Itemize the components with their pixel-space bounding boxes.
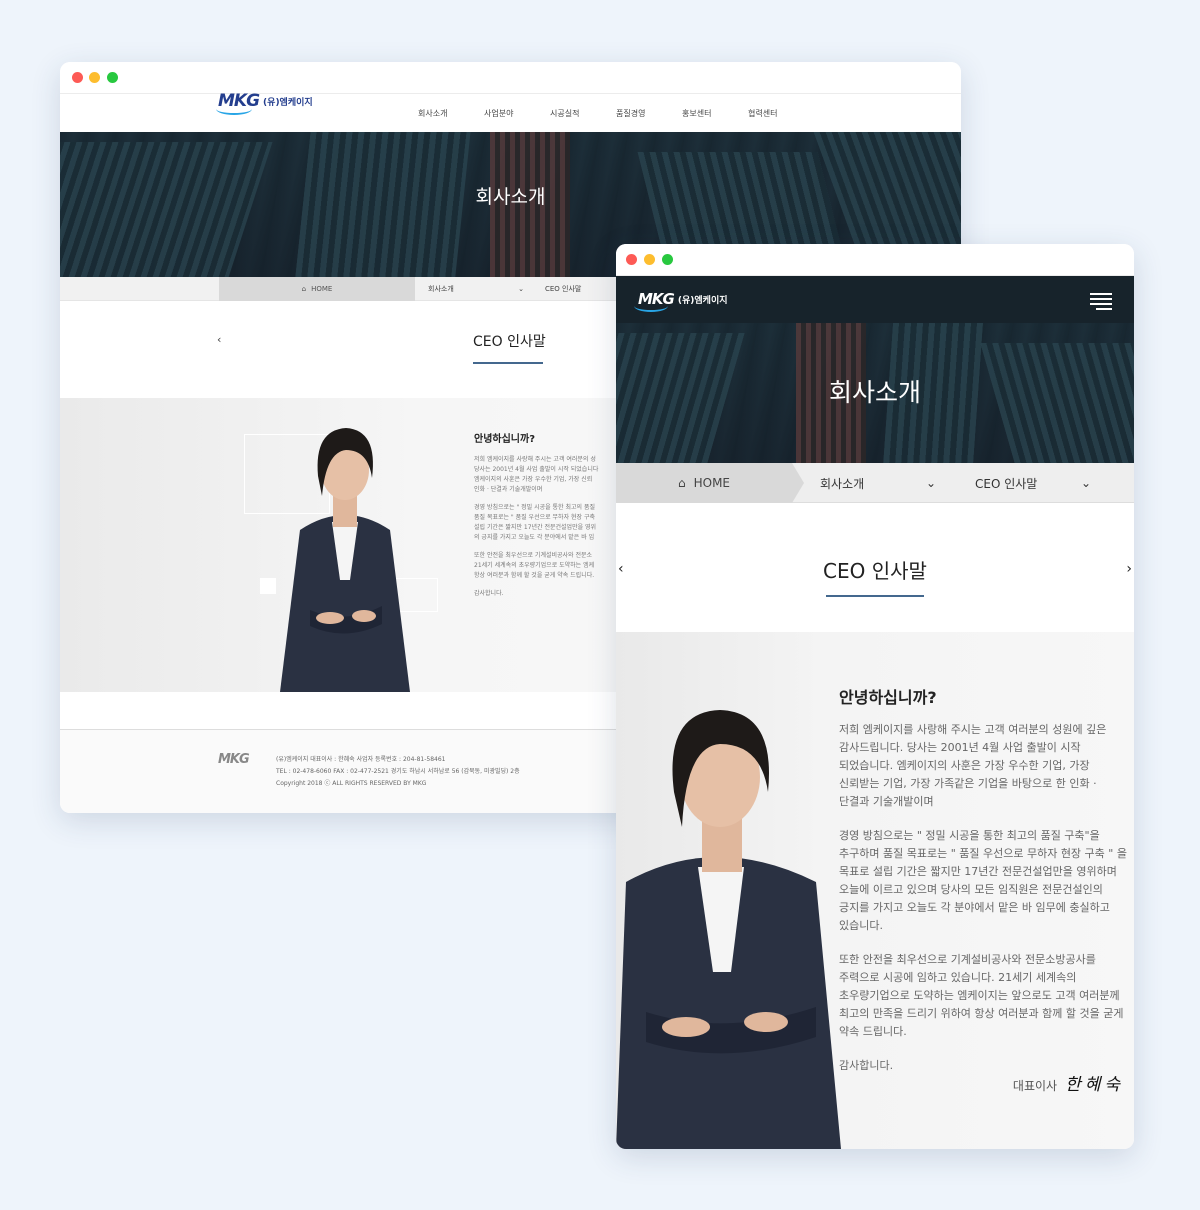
hamburger-icon[interactable] [1090,293,1112,310]
greeting-paragraph: 또한 안전을 최우선으로 기계설비공사와 전문소방공사를 주력으로 시공에 임하… [839,953,1124,1038]
footer-copyright: Copyright 2018 ⓒ ALL RIGHTS RESERVED BY … [276,780,427,787]
footer-contact-line: TEL : 02-478-6060 FAX : 02-477-2521 경기도 … [276,768,520,775]
breadcrumb-separator [792,463,804,503]
breadcrumb-page-label: CEO 인사말 [975,476,1038,491]
nav-item-partners[interactable]: 협력센터 [748,108,814,119]
nav-item-quality[interactable]: 품질경영 [616,108,682,119]
logo-company-name: (유)엠케이지 [677,295,728,306]
main-nav: 회사소개 사업분야 시공실적 품질경영 홍보센터 협력센터 [418,94,814,132]
page-title-area: ‹ CEO 인사말 › [616,503,1134,633]
site-logo[interactable]: MKG (유)엠케이지 [216,91,313,115]
breadcrumb: ⌂ HOME 회사소개 ⌄ CEO 인사말 ⌄ [616,463,1134,503]
maximize-window-button[interactable] [107,72,118,83]
chevron-down-icon: ⌄ [518,285,524,293]
mobile-site-header: MKG (유)엠케이지 [616,276,1134,323]
home-icon: ⌂ [301,285,307,293]
maximize-window-button[interactable] [662,254,673,265]
hero-title: 회사소개 [475,186,546,208]
title-underline [473,362,543,364]
breadcrumb-home-label: HOME [693,476,731,490]
window-title-bar [616,244,1134,276]
breadcrumb-section-dropdown[interactable]: 회사소개 ⌄ [820,463,936,503]
mobile-browser-window: MKG (유)엠케이지 회사소개 ⌂ HOME 회사소개 ⌄ CEO 인사말 ⌄… [616,244,1134,1149]
nav-item-pr[interactable]: 홍보센터 [682,108,748,119]
breadcrumb-home[interactable]: ⌂ HOME [219,277,415,301]
ceo-portrait-image [280,428,410,692]
breadcrumb-section-label: 회사소개 [820,476,865,491]
minimize-window-button[interactable] [89,72,100,83]
greeting-paragraph: 또한 안전을 최우선으로 기계설비공사와 전문소 21세기 세계속의 초우량기업… [474,552,595,579]
chevron-right-icon[interactable]: › [1126,561,1132,577]
greeting-heading: 안녕하십니까? [474,434,536,445]
breadcrumb-page-label: CEO 인사말 [545,285,582,293]
ceo-portrait-image [616,710,841,1149]
logo-swoosh-icon [216,103,252,115]
chevron-down-icon: ⌄ [925,476,936,490]
chevron-down-icon: ⌄ [1080,476,1091,490]
minimize-window-button[interactable] [644,254,655,265]
site-logo[interactable]: MKG (유)엠케이지 [634,290,728,312]
nav-item-projects[interactable]: 시공실적 [550,108,616,119]
footer-company-line: (유)엠케이지 대표이사 : 한혜숙 사업자 등록번호 : 204-81-584… [276,756,446,763]
breadcrumb-page-dropdown[interactable]: CEO 인사말 ⌄ [975,463,1091,503]
greeting-closing: 감사합니다. [474,590,504,597]
greeting-text-block: 안녕하십니까? 저희 엠케이지를 사랑해 주시는 고객 여러분의 성원에 깊은 … [839,684,1129,1091]
breadcrumb-section-dropdown[interactable]: 회사소개 ⌄ [428,277,524,301]
breadcrumb-home-label: HOME [311,285,333,293]
close-window-button[interactable] [626,254,637,265]
greeting-heading: 안녕하십니까? [839,688,937,707]
logo-swoosh-icon [634,300,668,312]
nav-item-business[interactable]: 사업분야 [484,108,550,119]
signature-role: 대표이사 [1012,1079,1058,1093]
window-title-bar [60,62,961,94]
footer-info: (유)엠케이지 대표이사 : 한혜숙 사업자 등록번호 : 204-81-584… [276,754,520,790]
close-window-button[interactable] [72,72,83,83]
greeting-paragraph: 저희 엠케이지를 사랑해 주시는 고객 여러분의 성 당사는 2001년 4월 … [474,456,599,493]
nav-item-company[interactable]: 회사소개 [418,108,484,119]
greeting-text-block: 안녕하십니까? 저희 엠케이지를 사랑해 주시는 고객 여러분의 성 당사는 2… [474,430,624,607]
greeting-paragraph: 저희 엠케이지를 사랑해 주시는 고객 여러분의 성원에 깊은 감사드립니다. … [839,723,1107,808]
page-title: CEO 인사말 [823,559,927,583]
breadcrumb-page-dropdown[interactable]: CEO 인사말 [545,277,581,301]
ceo-signature: 대표이사 한혜숙 [1013,1070,1124,1095]
logo-company-name: (유)엠케이지 [263,97,313,108]
footer-logo: MKG [218,752,250,767]
building-image [60,142,273,277]
signature-name: 한혜숙 [1065,1075,1124,1095]
home-icon: ⌂ [677,476,686,490]
breadcrumb-home[interactable]: ⌂ HOME [616,463,792,503]
greeting-paragraph: 경영 방침으로는 " 정밀 시공을 통한 최고의 품질 품질 목표로는 " 품질… [474,504,597,541]
title-underline [826,595,924,597]
hero-title: 회사소개 [828,378,921,407]
breadcrumb-section-label: 회사소개 [428,285,454,293]
chevron-left-icon[interactable]: ‹ [217,333,221,346]
site-header: MKG (유)엠케이지 회사소개 사업분야 시공실적 품질경영 홍보센터 협력센… [60,91,961,132]
hero-banner: 회사소개 [616,323,1134,463]
page-title: CEO 인사말 [473,334,546,350]
ceo-greeting-section: 안녕하십니까? 저희 엠케이지를 사랑해 주시는 고객 여러분의 성원에 깊은 … [616,632,1134,1149]
footer-logo-mark: MKG [218,752,250,767]
greeting-paragraph: 경영 방침으로는 " 정밀 시공을 통한 최고의 품질 구축"을 추구하며 품질… [839,829,1127,932]
